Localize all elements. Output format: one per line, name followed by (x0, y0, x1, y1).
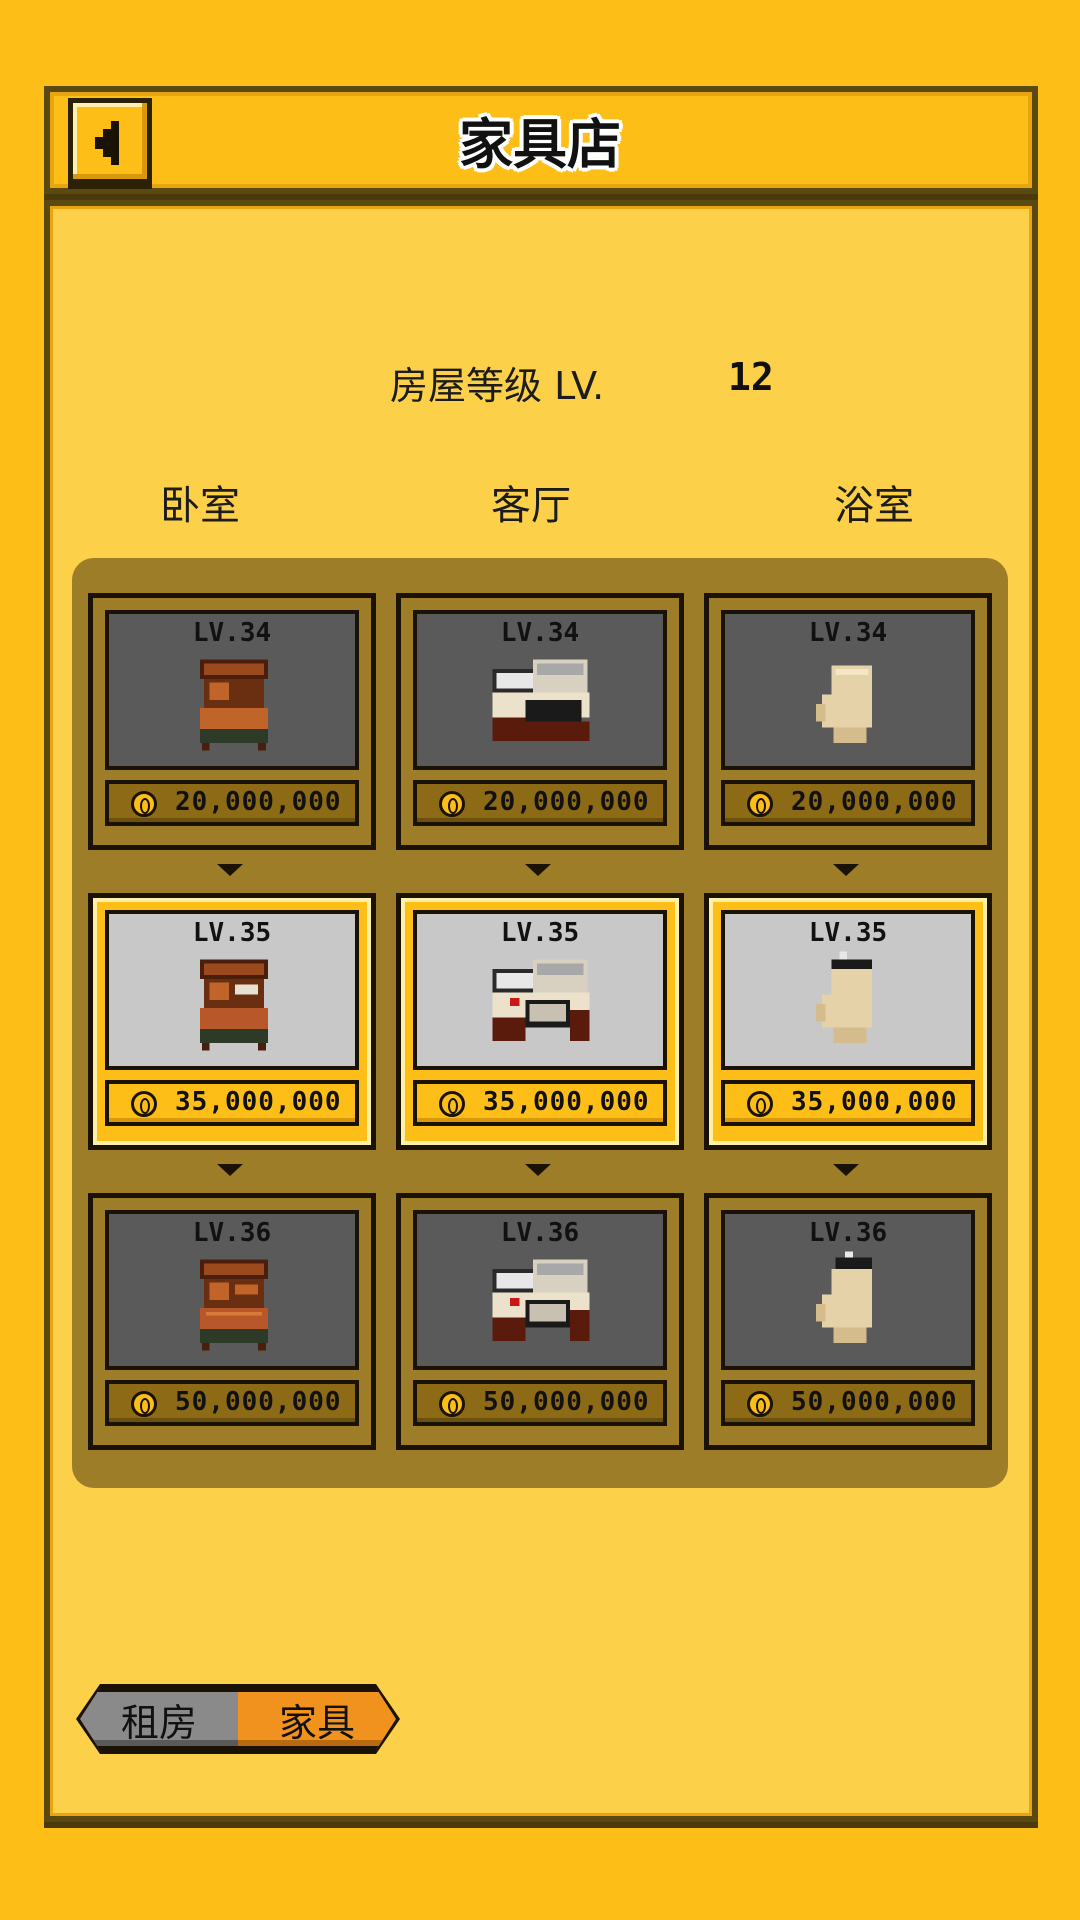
item-level: LV.34 (500, 618, 580, 648)
furniture-card[interactable]: LV.34 20,000,000 (88, 593, 376, 850)
furniture-card-current[interactable]: LV.35 35,000,000 (396, 893, 684, 1150)
item-price: 50,000,000 (483, 1387, 650, 1417)
item-price: 50,000,000 (791, 1387, 958, 1417)
price-bar: 50,000,000 (105, 1380, 359, 1426)
furniture-card[interactable]: LV.36 50,000,000 (396, 1193, 684, 1450)
house-level-value: 12 (728, 355, 774, 399)
coin-icon (747, 791, 773, 817)
item-price: 35,000,000 (175, 1087, 342, 1117)
page-title: 家具店 (459, 113, 621, 176)
furniture-card-current[interactable]: LV.35 35,000,000 (88, 893, 376, 1150)
item-level: LV.36 (500, 1218, 580, 1248)
price-bar: 35,000,000 (721, 1080, 975, 1126)
bed-icon (200, 959, 268, 1051)
coin-icon (131, 1091, 157, 1117)
item-display: LV.34 (413, 610, 667, 770)
item-display: LV.35 (413, 910, 667, 1070)
item-display: LV.36 (105, 1210, 359, 1370)
item-level: LV.35 (192, 918, 272, 948)
item-display: LV.34 (105, 610, 359, 770)
item-price: 20,000,000 (791, 787, 958, 817)
coin-icon (747, 1091, 773, 1117)
item-price: 35,000,000 (791, 1087, 958, 1117)
kitchen-counter-icon (492, 659, 590, 741)
upgrade-arrow-icon (217, 1164, 243, 1176)
item-price: 35,000,000 (483, 1087, 650, 1117)
column-header-bedroom[interactable]: 卧室 (100, 473, 300, 531)
item-display: LV.35 (721, 910, 975, 1070)
furniture-card[interactable]: LV.34 20,000,000 (396, 593, 684, 850)
tab-rent[interactable]: 租房 (80, 1688, 238, 1750)
price-bar: 20,000,000 (105, 780, 359, 826)
item-price: 20,000,000 (483, 787, 650, 817)
item-display: LV.34 (721, 610, 975, 770)
kitchen-counter-icon (492, 959, 590, 1041)
upgrade-arrow-icon (525, 1164, 551, 1176)
item-level: LV.36 (808, 1218, 888, 1248)
bed-icon (200, 659, 268, 751)
kitchen-counter-icon (492, 1259, 590, 1341)
coin-icon (439, 1391, 465, 1417)
toilet-icon (816, 1251, 873, 1343)
coin-icon (439, 1091, 465, 1117)
bed-icon (200, 1259, 268, 1351)
upgrade-arrow-icon (217, 864, 243, 876)
upgrade-arrow-icon (525, 864, 551, 876)
item-display: LV.36 (721, 1210, 975, 1370)
price-bar: 35,000,000 (105, 1080, 359, 1126)
furniture-card[interactable]: LV.34 20,000,000 (704, 593, 992, 850)
coin-icon (131, 791, 157, 817)
furniture-card[interactable]: LV.36 50,000,000 (704, 1193, 992, 1450)
furniture-card[interactable]: LV.36 50,000,000 (88, 1193, 376, 1450)
item-display: LV.36 (413, 1210, 667, 1370)
tab-furniture[interactable]: 家具 (238, 1688, 396, 1750)
price-bar: 50,000,000 (721, 1380, 975, 1426)
item-level: LV.36 (192, 1218, 272, 1248)
coin-icon (131, 1391, 157, 1417)
coin-icon (747, 1391, 773, 1417)
house-level-label: 房屋等级 LV. (390, 364, 605, 408)
item-price: 20,000,000 (175, 787, 342, 817)
price-bar: 20,000,000 (413, 780, 667, 826)
item-level: LV.34 (192, 618, 272, 648)
price-bar: 50,000,000 (413, 1380, 667, 1426)
toilet-icon (816, 665, 873, 743)
furniture-card-current[interactable]: LV.35 35,000,000 (704, 893, 992, 1150)
upgrade-arrow-icon (833, 1164, 859, 1176)
toilet-icon (816, 951, 873, 1043)
item-level: LV.34 (808, 618, 888, 648)
column-header-bathroom[interactable]: 浴室 (774, 473, 974, 531)
coin-icon (439, 791, 465, 817)
price-bar: 20,000,000 (721, 780, 975, 826)
item-level: LV.35 (500, 918, 580, 948)
item-level: LV.35 (808, 918, 888, 948)
item-display: LV.35 (105, 910, 359, 1070)
upgrade-arrow-icon (833, 864, 859, 876)
price-bar: 35,000,000 (413, 1080, 667, 1126)
column-header-living-room[interactable]: 客厅 (431, 473, 631, 531)
item-price: 50,000,000 (175, 1387, 342, 1417)
